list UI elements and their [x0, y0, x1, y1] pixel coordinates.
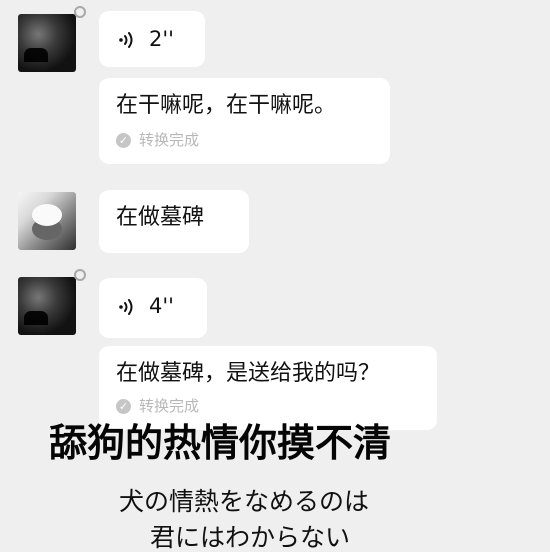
message-text: 在做墓碑	[116, 205, 205, 230]
voice-duration: 4''	[149, 294, 174, 318]
meme-caption-japanese-line-1: 犬の情熱をなめるのは	[119, 487, 370, 516]
message-text: 在做墓碑，是送给我的吗？	[116, 361, 381, 386]
message-text: 在干嘛呢，在干嘛呢。	[116, 93, 337, 118]
voice-duration: 2''	[149, 27, 174, 51]
status-dot-icon	[74, 269, 86, 281]
avatar[interactable]	[18, 14, 76, 72]
voice-message-bubble[interactable]: 4''	[99, 278, 207, 338]
meme-caption-main: 舔狗的热情你摸不清	[49, 421, 392, 465]
message-bubble[interactable]: 在做墓碑	[99, 190, 249, 253]
voice-wave-icon	[117, 297, 137, 317]
transcript-status-text: 转换完成	[139, 131, 200, 149]
meme-caption-japanese-line-2: 君にはわからない	[150, 523, 351, 552]
avatar[interactable]	[18, 192, 76, 250]
voice-message-row: 4''	[117, 296, 174, 317]
voice-message-row: 2''	[117, 29, 174, 50]
voice-message-bubble[interactable]: 2''	[99, 11, 205, 67]
transcript-bubble[interactable]: 在干嘛呢，在干嘛呢。 ✓ 转换完成	[99, 78, 390, 164]
transcript-bubble[interactable]: 在做墓碑，是送给我的吗？ ✓ 转换完成	[99, 346, 437, 430]
check-circle-icon: ✓	[116, 399, 131, 414]
transcript-status: ✓ 转换完成	[116, 133, 199, 148]
voice-wave-icon	[117, 30, 137, 50]
transcript-status: ✓ 转换完成	[116, 399, 199, 414]
status-dot-icon	[74, 6, 86, 18]
transcript-status-text: 转换完成	[139, 397, 200, 415]
avatar[interactable]	[18, 277, 76, 335]
check-circle-icon: ✓	[116, 133, 131, 148]
